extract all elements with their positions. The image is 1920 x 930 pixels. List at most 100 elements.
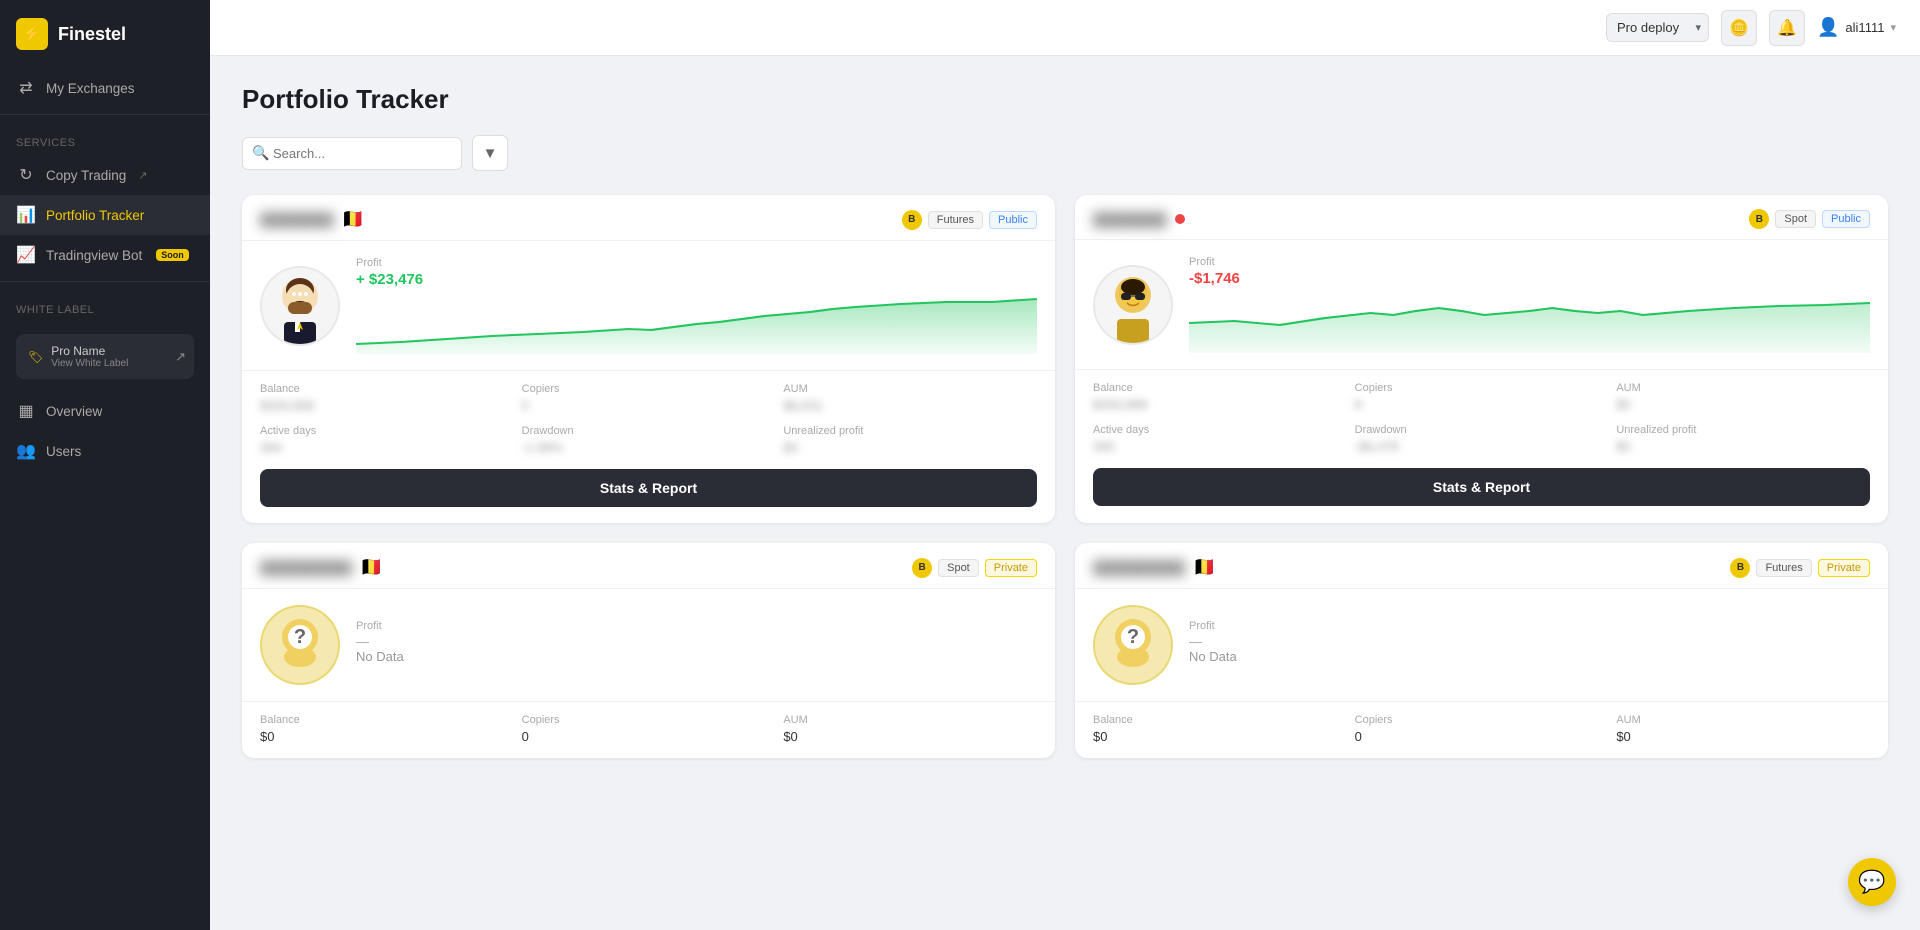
card-2-balance-value: $456,888 bbox=[1093, 397, 1347, 412]
search-icon: 🔍 bbox=[252, 145, 269, 162]
notification-btn[interactable]: 🔔 bbox=[1769, 10, 1805, 46]
topbar: Pro deploy Basic Pro 🪙 🔔 👤 ali1111 ▾ bbox=[210, 0, 1920, 56]
sidebar-item-tradingview-bot[interactable]: 📈 Tradingview Bot Soon bbox=[0, 235, 210, 275]
search-input[interactable] bbox=[242, 137, 462, 170]
card-2-unrealized-profit: Unrealized profit $5 bbox=[1616, 424, 1870, 454]
binance-icon-1: B bbox=[902, 210, 922, 230]
card-2-header-left: ████████ bbox=[1093, 212, 1185, 227]
overview-icon: ▦ bbox=[16, 401, 36, 421]
chat-bubble[interactable]: 💬 bbox=[1848, 858, 1896, 906]
portfolio-card-2: ████████ B Spot Public bbox=[1075, 195, 1888, 523]
avatar-svg-1 bbox=[262, 268, 338, 344]
card-2-status-dot bbox=[1175, 214, 1185, 224]
card-2-aum: AUM $5 bbox=[1616, 382, 1870, 412]
card-2-profit-label: Profit bbox=[1189, 256, 1870, 268]
card-4-type-tag: Futures bbox=[1756, 559, 1811, 577]
card-3-copiers-value: 0 bbox=[522, 729, 776, 744]
card-2-header: ████████ B Spot Public bbox=[1075, 195, 1888, 240]
white-label-section-label: White Label bbox=[0, 288, 210, 322]
user-chevron-icon: ▾ bbox=[1890, 21, 1896, 34]
search-bar: 🔍 ▼ bbox=[242, 135, 1888, 171]
chat-icon: 💬 bbox=[1858, 869, 1885, 895]
card-3-header-left: ██████████ 🇧🇪 bbox=[260, 557, 383, 578]
plan-selector[interactable]: Pro deploy Basic Pro bbox=[1606, 13, 1709, 42]
card-3-avatar: ? bbox=[260, 605, 340, 685]
card-3-name: ██████████ bbox=[260, 560, 352, 575]
app-logo[interactable]: ⚡ Finestel bbox=[0, 0, 210, 68]
card-1-name: ████████ bbox=[260, 212, 334, 227]
card-4-profit-label: Profit bbox=[1189, 620, 1870, 632]
card-2-unrealized-value: $5 bbox=[1616, 439, 1870, 454]
sidebar-item-users[interactable]: 👥 Users bbox=[0, 431, 210, 471]
plan-selector-wrapper[interactable]: Pro deploy Basic Pro bbox=[1606, 13, 1709, 42]
svg-text:?: ? bbox=[294, 626, 306, 648]
card-1-stats-report-btn[interactable]: Stats & Report bbox=[260, 469, 1037, 507]
card-icon: 🪙 bbox=[1729, 18, 1749, 38]
card-3-visibility-tag: Private bbox=[985, 559, 1037, 577]
card-2-stats: Balance $456,888 Copiers 8 AUM $5 Active… bbox=[1075, 369, 1888, 468]
card-3-flag: 🇧🇪 bbox=[360, 557, 382, 578]
card-2-balance: Balance $456,888 bbox=[1093, 382, 1347, 412]
card-1-unrealized-value: $3 bbox=[783, 440, 1037, 455]
card-2-avatar bbox=[1093, 265, 1173, 345]
white-label-name: Pro Name bbox=[51, 344, 128, 358]
users-icon: 👥 bbox=[16, 441, 36, 461]
card-1-chart-area: Profit + $23,476 bbox=[356, 257, 1037, 354]
card-1-copiers-value: 5 bbox=[522, 398, 776, 413]
portfolio-card-4: ██████████ 🇧🇪 B Futures Private bbox=[1075, 543, 1888, 758]
sidebar: ⚡ Finestel ⇄ My Exchanges Services ↻ Cop… bbox=[0, 0, 210, 930]
white-label-box[interactable]: 🏷 Pro Name View White Label ↗ bbox=[16, 334, 194, 379]
user-name: ali1111 bbox=[1845, 20, 1884, 35]
card-1-avatar bbox=[260, 266, 340, 346]
card-2-footer: Stats & Report bbox=[1075, 468, 1888, 522]
white-label-external-icon[interactable]: ↗ bbox=[175, 349, 186, 365]
card-1-header-right: B Futures Public bbox=[902, 210, 1037, 230]
card-1-unrealized-profit: Unrealized profit $3 bbox=[783, 425, 1037, 455]
card-icon-btn[interactable]: 🪙 bbox=[1721, 10, 1757, 46]
card-4-copiers-value: 0 bbox=[1355, 729, 1609, 744]
user-avatar-icon: 👤 bbox=[1817, 17, 1839, 38]
card-4-header-left: ██████████ 🇧🇪 bbox=[1093, 557, 1216, 578]
card-2-drawdown-value: -$6,478 bbox=[1355, 439, 1609, 454]
card-4-balance-value: $0 bbox=[1093, 729, 1347, 744]
card-4-body: ? Profit — No Data bbox=[1075, 589, 1888, 701]
sidebar-item-overview[interactable]: ▦ Overview bbox=[0, 391, 210, 431]
card-1-footer: Stats & Report bbox=[242, 469, 1055, 523]
card-2-aum-value: $5 bbox=[1616, 397, 1870, 412]
card-1-profit-label: Profit bbox=[356, 257, 1037, 269]
soon-badge: Soon bbox=[156, 249, 189, 261]
card-4-aum: AUM $0 bbox=[1616, 714, 1870, 744]
svg-text:?: ? bbox=[1127, 626, 1139, 648]
card-4-name: ██████████ bbox=[1093, 560, 1185, 575]
sidebar-item-portfolio-tracker[interactable]: 📊 Portfolio Tracker bbox=[0, 195, 210, 235]
binance-icon-4: B bbox=[1730, 558, 1750, 578]
sidebar-item-copy-trading[interactable]: ↻ Copy Trading ↗ bbox=[0, 155, 210, 195]
card-1-copiers: Copiers 5 bbox=[522, 383, 776, 413]
user-menu[interactable]: 👤 ali1111 ▾ bbox=[1817, 17, 1896, 38]
card-2-visibility-tag: Public bbox=[1822, 210, 1870, 228]
binance-icon-2: B bbox=[1749, 209, 1769, 229]
card-3-profit-nodata: No Data bbox=[356, 649, 1037, 664]
card-4-chart-area: Profit — No Data bbox=[1189, 620, 1870, 670]
card-2-profit-value: -$1,746 bbox=[1189, 270, 1870, 287]
card-4-profit-dash: — bbox=[1189, 634, 1870, 649]
page-title: Portfolio Tracker bbox=[242, 84, 1888, 115]
filter-button[interactable]: ▼ bbox=[472, 135, 508, 171]
card-4-header-right: B Futures Private bbox=[1730, 558, 1870, 578]
card-2-body: Profit -$1,746 bbox=[1075, 240, 1888, 369]
card-3-aum-value: $0 bbox=[783, 729, 1037, 744]
card-1-aum: AUM $6,631 bbox=[783, 383, 1037, 413]
card-3-aum: AUM $0 bbox=[783, 714, 1037, 744]
card-1-balance-value: $456,888 bbox=[260, 398, 514, 413]
card-4-avatar: ? bbox=[1093, 605, 1173, 685]
logo-icon: ⚡ bbox=[16, 18, 48, 50]
card-1-active-days-value: 384 bbox=[260, 440, 514, 455]
card-1-header: ████████ 🇧🇪 B Futures Public bbox=[242, 195, 1055, 241]
card-1-balance: Balance $456,888 bbox=[260, 383, 514, 413]
card-1-mini-chart bbox=[356, 294, 1037, 354]
white-label-section: 🏷 Pro Name View White Label ↗ bbox=[0, 322, 210, 391]
card-2-drawdown: Drawdown -$6,478 bbox=[1355, 424, 1609, 454]
card-2-stats-report-btn[interactable]: Stats & Report bbox=[1093, 468, 1870, 506]
card-1-visibility-tag: Public bbox=[989, 211, 1037, 229]
sidebar-item-my-exchanges[interactable]: ⇄ My Exchanges bbox=[0, 68, 210, 108]
